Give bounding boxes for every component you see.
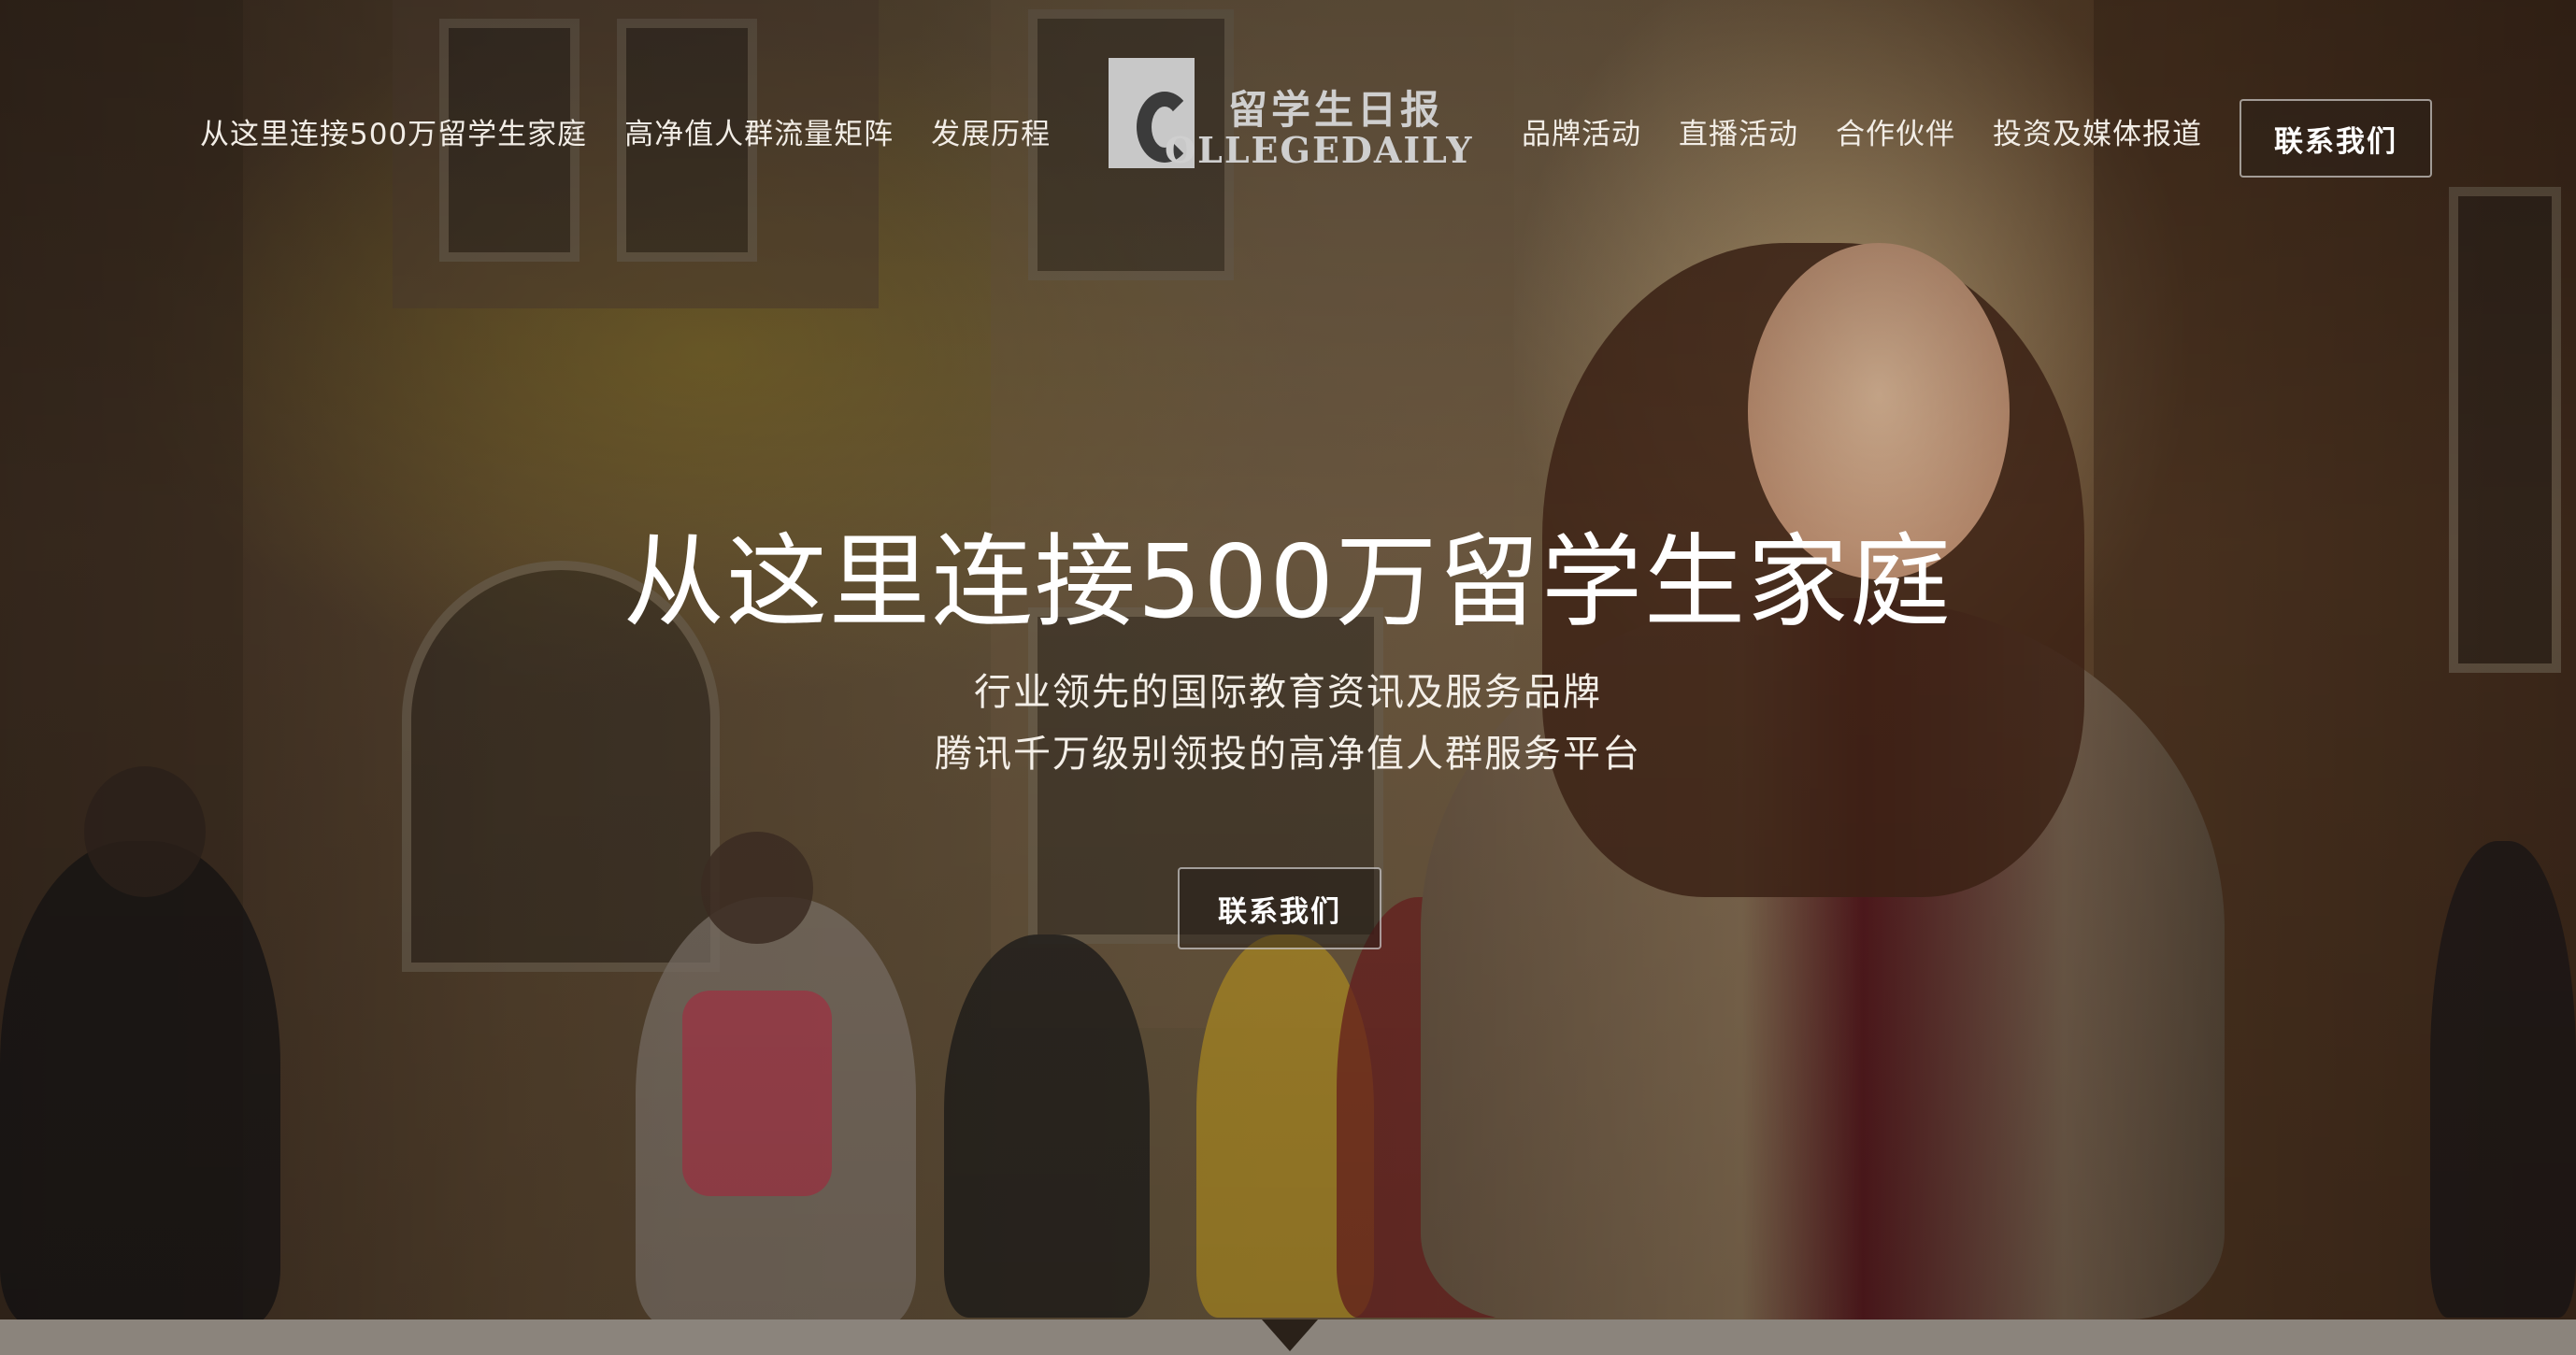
nav-item-media[interactable]: 投资及媒体报道 (1993, 110, 2202, 152)
nav-contact-button[interactable]: 联系我们 (2240, 99, 2432, 178)
hero-subtitle-line1: 行业领先的国际教育资讯及服务品牌 (974, 671, 1602, 714)
hero-title: 从这里连接500万留学生家庭 (623, 524, 1953, 641)
scroll-down-indicator[interactable] (1262, 1319, 1318, 1351)
nav-left: 从这里连接500万留学生家庭 高净值人群流量矩阵 发展历程 (200, 110, 1051, 152)
nav-item-traffic-matrix[interactable]: 高净值人群流量矩阵 (624, 110, 894, 152)
nav-item-history[interactable]: 发展历程 (931, 110, 1051, 152)
nav-right: 品牌活动 直播活动 合作伙伴 投资及媒体报道 (1522, 110, 2202, 152)
logo-cn-text: 留学生日报 (1228, 87, 1444, 133)
nav-item-brand-events[interactable]: 品牌活动 (1522, 110, 1641, 152)
nav-item-partners[interactable]: 合作伙伴 (1836, 110, 1955, 152)
nav-item-connect-families[interactable]: 从这里连接500万留学生家庭 (200, 110, 587, 152)
hero-subtitle-line2: 腾讯千万级别领投的高净值人群服务平台 (935, 733, 1641, 776)
hero-contact-button[interactable]: 联系我们 (1178, 867, 1381, 949)
logo-en-text: OLLEGEDAILY (1165, 129, 1474, 171)
brand-logo[interactable]: 留学生日报 OLLEGEDAILY (1109, 58, 1472, 172)
nav-item-live-events[interactable]: 直播活动 (1679, 110, 1798, 152)
